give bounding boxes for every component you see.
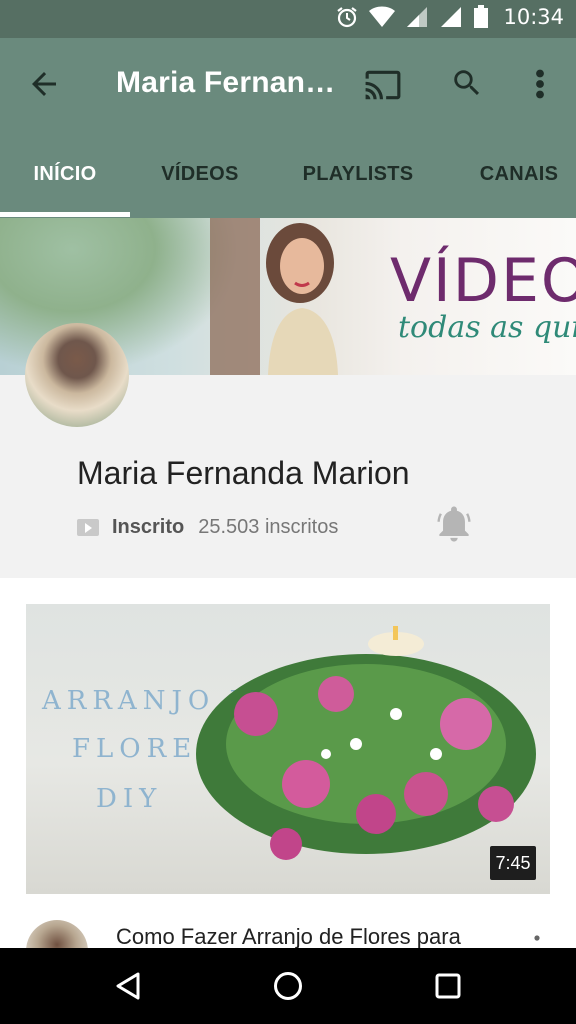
video-more-icon[interactable] bbox=[532, 932, 542, 948]
search-icon[interactable] bbox=[450, 66, 484, 100]
signal-icon bbox=[441, 7, 462, 27]
system-nav-bar bbox=[0, 948, 576, 1024]
tab-inicio[interactable]: INÍCIO bbox=[0, 130, 130, 218]
video-thumbnail[interactable]: ARRANJO DE FLORES DIY bbox=[26, 604, 550, 894]
channel-avatar[interactable] bbox=[25, 323, 129, 427]
channel-name: Maria Fernanda Marion bbox=[77, 455, 410, 491]
video-channel-avatar[interactable] bbox=[26, 920, 88, 948]
tab-canais[interactable]: CANAIS bbox=[468, 130, 570, 218]
wifi-icon bbox=[369, 6, 396, 27]
banner-person-image bbox=[266, 223, 338, 375]
video-title[interactable]: Como Fazer Arranjo de Flores para bbox=[116, 924, 461, 948]
app-bar: Maria Fernanda Marion bbox=[0, 38, 576, 130]
channel-tabs: INÍCIO VÍDEOS PLAYLISTS CANAIS bbox=[0, 130, 576, 218]
more-vert-icon[interactable] bbox=[528, 66, 552, 102]
signal-icon bbox=[407, 7, 428, 27]
tab-playlists[interactable]: PLAYLISTS bbox=[290, 130, 426, 218]
home-circle-icon[interactable] bbox=[272, 970, 304, 1002]
notification-bell-icon[interactable] bbox=[436, 505, 472, 543]
banner-subtitle-text: todas as quin bbox=[398, 310, 576, 345]
alarm-icon bbox=[337, 7, 358, 28]
subscriber-count: 25.503 inscritos bbox=[198, 515, 339, 538]
status-bar: 10:34 bbox=[0, 0, 576, 38]
tab-videos[interactable]: VÍDEOS bbox=[140, 130, 260, 218]
subscription-row: Inscrito 25.503 inscritos bbox=[77, 512, 338, 542]
back-triangle-icon[interactable] bbox=[112, 970, 144, 1002]
video-info-row[interactable]: Como Fazer Arranjo de Flores para bbox=[0, 910, 576, 948]
tab-indicator bbox=[0, 212, 130, 217]
youtube-play-icon bbox=[77, 518, 99, 536]
recents-square-icon[interactable] bbox=[432, 970, 464, 1002]
channel-title: Maria Fernanda Marion bbox=[116, 66, 336, 99]
thumbnail-text-line3: DIY bbox=[96, 784, 163, 814]
subscribed-button[interactable]: Inscrito bbox=[112, 516, 184, 539]
cast-icon[interactable] bbox=[362, 66, 404, 104]
clock: 10:34 bbox=[503, 5, 564, 29]
video-duration-badge: 7:45 bbox=[490, 846, 536, 880]
battery-icon bbox=[474, 5, 489, 28]
back-arrow-icon[interactable] bbox=[26, 66, 62, 102]
banner-title-text: VÍDEO bbox=[390, 246, 576, 316]
